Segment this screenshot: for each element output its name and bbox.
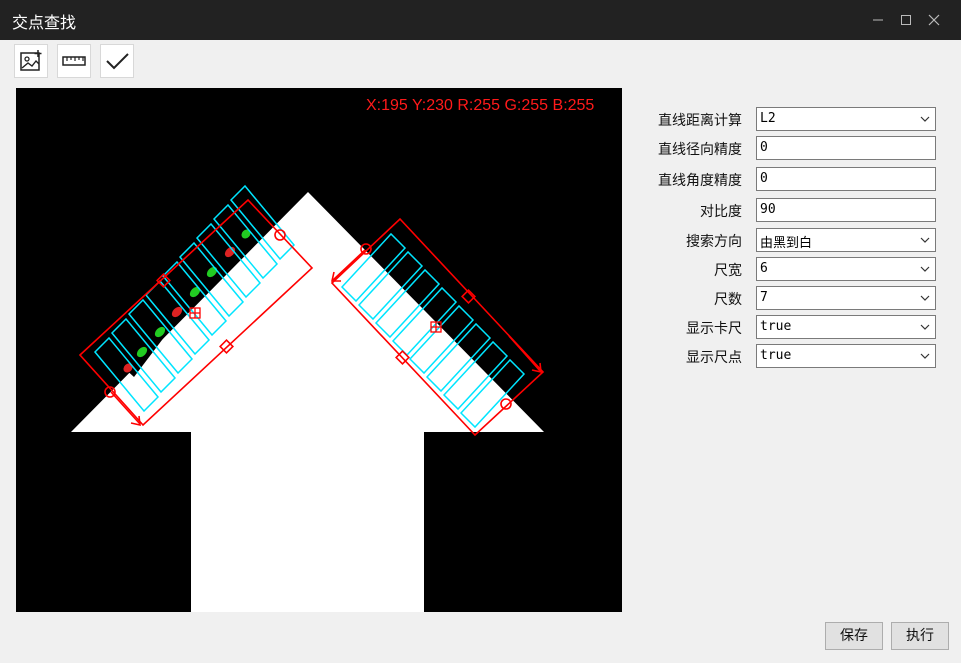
param-select[interactable]: 由黑到白 bbox=[756, 228, 936, 252]
param-label: 尺数 bbox=[714, 292, 742, 308]
run-button[interactable]: 执行 bbox=[891, 622, 949, 650]
param-label: 显示尺点 bbox=[686, 350, 742, 366]
param-select[interactable]: true bbox=[756, 315, 936, 339]
param-label: 搜索方向 bbox=[686, 234, 742, 250]
param-input[interactable]: 0 bbox=[756, 167, 936, 191]
param-value: 6 bbox=[760, 261, 768, 276]
minimize-icon bbox=[873, 19, 883, 21]
param-value: true bbox=[760, 348, 792, 363]
maximize-button[interactable] bbox=[894, 8, 918, 32]
param-label: 对比度 bbox=[700, 204, 742, 220]
param-row: 显示尺点 true bbox=[640, 344, 940, 368]
param-label: 直线距离计算 bbox=[658, 113, 742, 129]
param-label: 尺宽 bbox=[714, 263, 742, 279]
param-row: 直线径向精度 0 bbox=[640, 136, 940, 160]
chevron-down-icon bbox=[920, 266, 930, 272]
param-select[interactable]: true bbox=[756, 344, 936, 368]
param-value: 由黑到白 bbox=[760, 236, 813, 251]
param-select[interactable]: L2 bbox=[756, 107, 936, 131]
param-value: true bbox=[760, 319, 792, 334]
title-bar: 交点查找 bbox=[0, 0, 961, 40]
param-value: 0 bbox=[760, 171, 768, 186]
param-value: 7 bbox=[760, 290, 768, 305]
chevron-down-icon bbox=[920, 116, 930, 122]
maximize-icon bbox=[901, 15, 911, 25]
chevron-down-icon bbox=[920, 295, 930, 301]
param-value: 0 bbox=[760, 140, 768, 155]
ruler-button[interactable] bbox=[57, 44, 91, 78]
arrow-shape bbox=[71, 192, 544, 612]
chevron-down-icon bbox=[920, 353, 930, 359]
chevron-down-icon bbox=[920, 324, 930, 330]
confirm-button[interactable] bbox=[100, 44, 134, 78]
param-row: 尺数 7 bbox=[640, 286, 940, 310]
param-row: 搜索方向 由黑到白 bbox=[640, 228, 940, 252]
image-viewer[interactable] bbox=[16, 88, 622, 612]
param-label: 直线径向精度 bbox=[658, 142, 742, 158]
add-image-icon bbox=[20, 50, 42, 71]
param-row: 对比度 90 bbox=[640, 198, 940, 222]
param-row: 直线距离计算 L2 bbox=[640, 107, 940, 131]
param-row: 显示卡尺 true bbox=[640, 315, 940, 339]
param-label: 直线角度精度 bbox=[658, 173, 742, 189]
param-input[interactable]: 90 bbox=[756, 198, 936, 222]
pixel-readout: X:195 Y:230 R:255 G:255 B:255 bbox=[366, 97, 595, 114]
param-row: 直线角度精度 0 bbox=[640, 167, 940, 191]
param-select[interactable]: 7 bbox=[756, 286, 936, 310]
param-value: 90 bbox=[760, 202, 776, 217]
param-row: 尺宽 6 bbox=[640, 257, 940, 281]
save-button[interactable]: 保存 bbox=[825, 622, 883, 650]
ruler-icon bbox=[62, 56, 86, 66]
checkmark-icon bbox=[106, 53, 129, 70]
param-select[interactable]: 6 bbox=[756, 257, 936, 281]
close-icon bbox=[928, 14, 940, 26]
add-image-button[interactable] bbox=[14, 44, 48, 78]
param-label: 显示卡尺 bbox=[686, 321, 742, 337]
minimize-button[interactable] bbox=[866, 8, 890, 32]
image-canvas[interactable] bbox=[16, 88, 622, 612]
param-value: L2 bbox=[760, 111, 776, 126]
close-button[interactable] bbox=[922, 8, 946, 32]
window-title: 交点查找 bbox=[12, 13, 77, 32]
chevron-down-icon bbox=[920, 237, 930, 243]
param-input[interactable]: 0 bbox=[756, 136, 936, 160]
